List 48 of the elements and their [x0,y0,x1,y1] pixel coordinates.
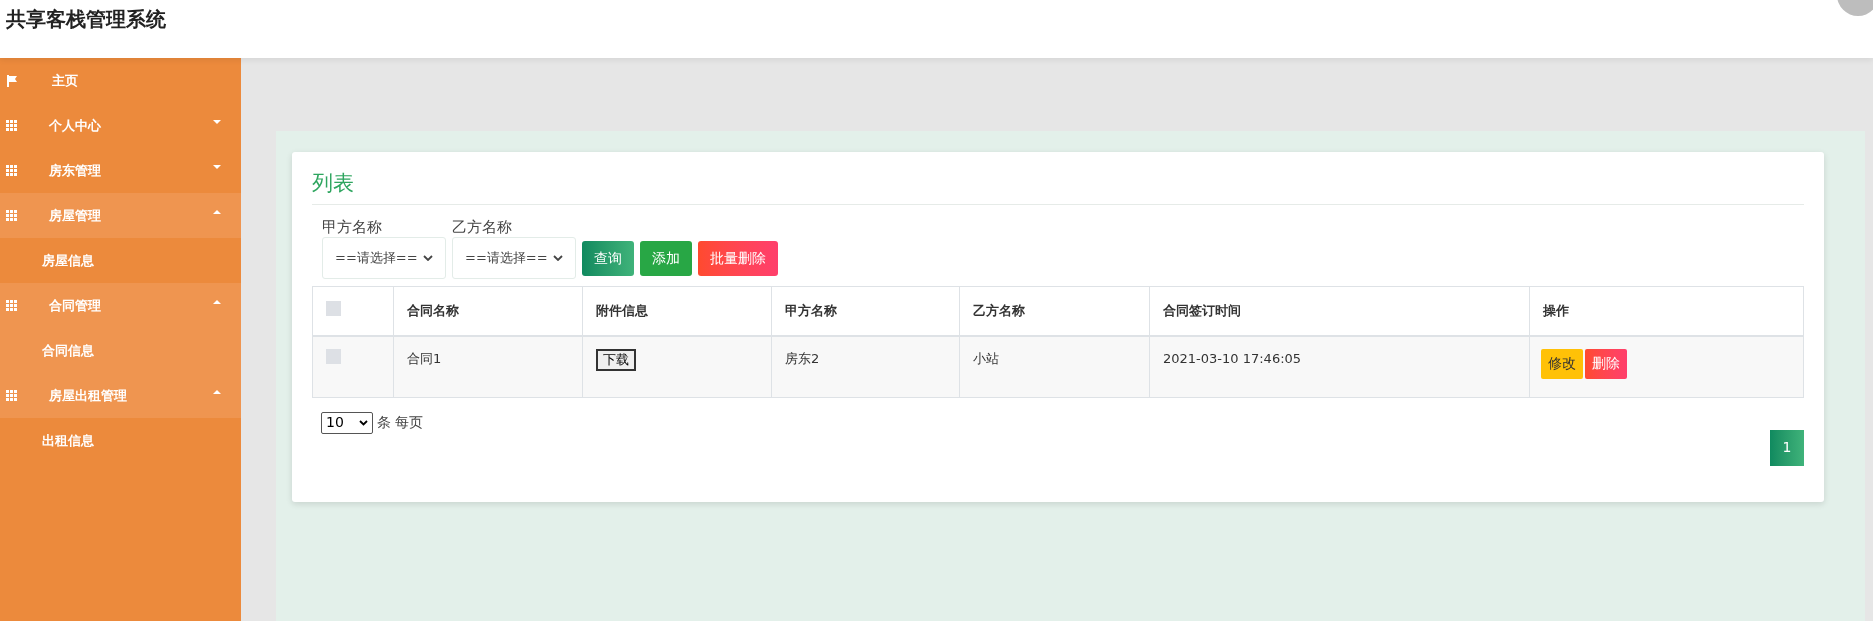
grid-icon [6,165,18,176]
caret-up-icon [213,389,221,394]
sidebar-item[interactable]: 个人中心 [0,103,241,148]
column-header: 乙方名称 [973,301,1025,320]
table-cell: 小站 [973,350,999,366]
table-cell: 2021-03-10 17:46:05 [1163,350,1302,366]
sidebar-item[interactable]: 房屋出租管理 [0,373,241,418]
chevron-down-icon [423,254,433,261]
caret-down-icon [213,164,221,169]
download-button[interactable]: 下载 [596,348,636,371]
page-button[interactable]: 1 [1770,429,1804,466]
filter-label: 甲方名称 [322,216,383,237]
grid-icon [6,390,18,401]
select-all-checkbox[interactable] [326,300,341,316]
column-header: 甲方名称 [785,301,837,320]
sidebar-subitem[interactable]: 合同信息 [0,328,241,373]
page-size-select[interactable]: 10 [321,411,373,434]
grid-icon [6,210,18,221]
delete-button[interactable]: 删除 [1585,348,1627,379]
page-size-label: 条 每页 [377,413,424,432]
card-title: 列表 [312,171,354,195]
chevron-down-icon [359,419,368,426]
table-cell: 合同1 [407,350,442,366]
caret-up-icon [213,299,221,304]
caret-up-icon [213,209,221,214]
sidebar-item[interactable]: 合同管理 [0,283,241,328]
column-header: 合同名称 [407,301,459,320]
caret-down-icon [213,119,221,124]
grid-icon [6,120,18,131]
column-header: 附件信息 [596,301,648,320]
filter-label: 乙方名称 [452,216,513,237]
search-button[interactable]: 查询 [582,240,634,276]
add-button[interactable]: 添加 [640,240,692,276]
table-cell: 房东2 [785,350,820,366]
edit-button[interactable]: 修改 [1541,348,1583,379]
column-header: 操作 [1543,301,1569,320]
chevron-down-icon [553,254,563,261]
sidebar-item[interactable]: 房屋管理 [0,193,241,238]
grid-icon [6,300,18,311]
bulk-delete-button[interactable]: 批量删除 [698,240,778,276]
filter-select[interactable]: ==请选择== [322,236,446,279]
column-header: 合同签订时间 [1163,301,1241,320]
sidebar-item[interactable]: 主页 [0,58,241,103]
sidebar-item[interactable]: 房东管理 [0,148,241,193]
flag-icon [6,74,18,87]
filter-select[interactable]: ==请选择== [452,236,576,279]
app-title: 共享客栈管理系统 [6,6,166,33]
row-checkbox[interactable] [326,348,341,364]
